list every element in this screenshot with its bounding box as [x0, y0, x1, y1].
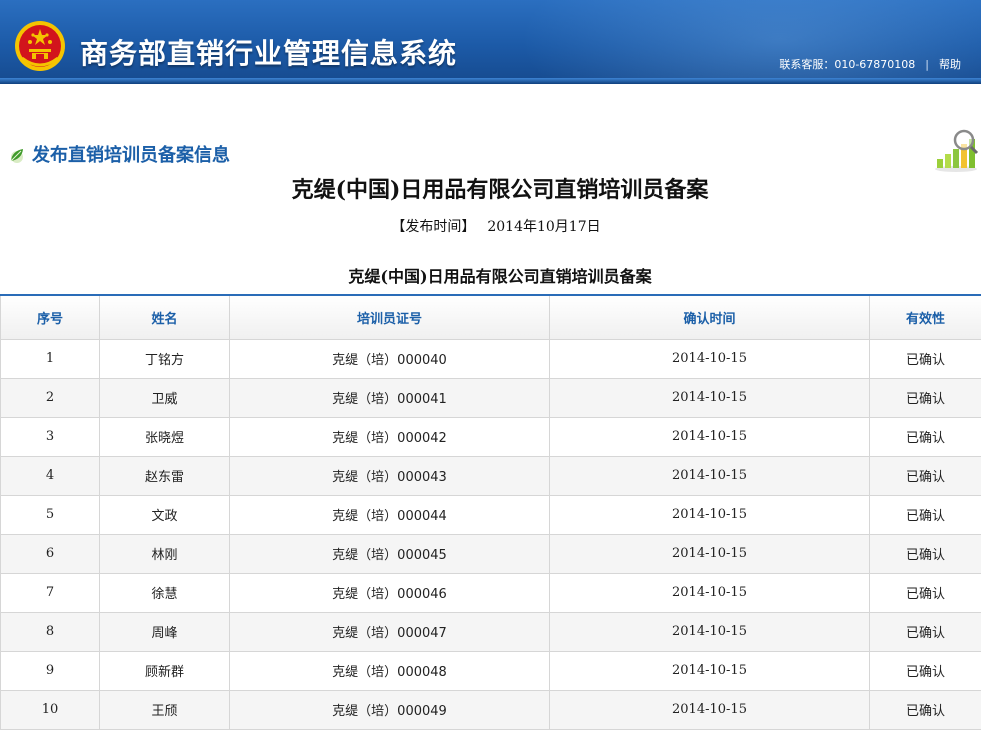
cell-certificate: 克缇（培）000041: [230, 378, 550, 417]
article-title: 克缇(中国)日用品有限公司直销培训员备案: [0, 172, 981, 204]
cell-index: 2: [1, 378, 100, 417]
table-row: 7 徐慧 克缇（培）000046 2014-10-15 已确认: [1, 573, 981, 612]
cell-name: 周峰: [100, 612, 230, 651]
chart-magnifier-icon: [933, 127, 979, 173]
column-header-validity: 有效性: [870, 295, 981, 339]
publish-date: 2014年10月17日: [487, 219, 600, 235]
cell-certificate: 克缇（培）000047: [230, 612, 550, 651]
cell-index: 7: [1, 573, 100, 612]
help-link[interactable]: 帮助: [939, 58, 961, 71]
cell-name: 顾新群: [100, 651, 230, 690]
cell-validity: 已确认: [870, 573, 981, 612]
cell-validity: 已确认: [870, 651, 981, 690]
cell-confirm-date: 2014-10-15: [550, 690, 870, 729]
cell-confirm-date: 2014-10-15: [550, 339, 870, 378]
link-separator: |: [925, 58, 929, 71]
table-row: 9 顾新群 克缇（培）000048 2014-10-15 已确认: [1, 651, 981, 690]
cell-index: 6: [1, 534, 100, 573]
cell-confirm-date: 2014-10-15: [550, 651, 870, 690]
cell-certificate: 克缇（培）000044: [230, 495, 550, 534]
cell-index: 9: [1, 651, 100, 690]
site-header: 商务部直销行业管理信息系统 联系客服：010-67870108 | 帮助: [0, 0, 981, 84]
table-row: 5 文政 克缇（培）000044 2014-10-15 已确认: [1, 495, 981, 534]
cell-validity: 已确认: [870, 495, 981, 534]
header-links: 联系客服：010-67870108 | 帮助: [779, 56, 961, 72]
table-row: 6 林刚 克缇（培）000045 2014-10-15 已确认: [1, 534, 981, 573]
cell-certificate: 克缇（培）000049: [230, 690, 550, 729]
cell-validity: 已确认: [870, 612, 981, 651]
cell-validity: 已确认: [870, 339, 981, 378]
cell-validity: 已确认: [870, 690, 981, 729]
cell-certificate: 克缇（培）000048: [230, 651, 550, 690]
cell-index: 10: [1, 690, 100, 729]
cell-name: 丁铭方: [100, 339, 230, 378]
table-caption: 克缇(中国)日用品有限公司直销培训员备案: [0, 263, 981, 287]
cell-validity: 已确认: [870, 534, 981, 573]
cell-certificate: 克缇（培）000046: [230, 573, 550, 612]
table-row: 4 赵东雷 克缇（培）000043 2014-10-15 已确认: [1, 456, 981, 495]
table-row: 1 丁铭方 克缇（培）000040 2014-10-15 已确认: [1, 339, 981, 378]
cell-name: 王颀: [100, 690, 230, 729]
cell-certificate: 克缇（培）000045: [230, 534, 550, 573]
cell-confirm-date: 2014-10-15: [550, 534, 870, 573]
cell-confirm-date: 2014-10-15: [550, 417, 870, 456]
cell-confirm-date: 2014-10-15: [550, 378, 870, 417]
section-title: 发布直销培训员备案信息: [8, 141, 230, 167]
cell-certificate: 克缇（培）000043: [230, 456, 550, 495]
leaf-icon: [8, 146, 26, 164]
publish-info: 【发布时间】 2014年10月17日: [0, 216, 981, 236]
national-emblem-icon: [14, 20, 66, 72]
cell-validity: 已确认: [870, 378, 981, 417]
cell-confirm-date: 2014-10-15: [550, 573, 870, 612]
column-header-index: 序号: [1, 295, 100, 339]
site-title: 商务部直销行业管理信息系统: [80, 32, 457, 72]
cell-name: 徐慧: [100, 573, 230, 612]
table-header-row: 序号 姓名 培训员证号 确认时间 有效性: [1, 295, 981, 339]
table-row: 3 张晓煜 克缇（培）000042 2014-10-15 已确认: [1, 417, 981, 456]
cell-name: 张晓煜: [100, 417, 230, 456]
column-header-confirm-date: 确认时间: [550, 295, 870, 339]
table-row: 8 周峰 克缇（培）000047 2014-10-15 已确认: [1, 612, 981, 651]
column-header-certificate: 培训员证号: [230, 295, 550, 339]
table-row: 2 卫威 克缇（培）000041 2014-10-15 已确认: [1, 378, 981, 417]
section-title-text: 发布直销培训员备案信息: [32, 145, 230, 166]
cell-confirm-date: 2014-10-15: [550, 495, 870, 534]
cell-certificate: 克缇（培）000042: [230, 417, 550, 456]
cell-index: 8: [1, 612, 100, 651]
cell-certificate: 克缇（培）000040: [230, 339, 550, 378]
cell-validity: 已确认: [870, 417, 981, 456]
customer-service-hotline: 联系客服：010-67870108: [779, 58, 915, 71]
cell-name: 卫威: [100, 378, 230, 417]
cell-name: 林刚: [100, 534, 230, 573]
cell-index: 4: [1, 456, 100, 495]
column-header-name: 姓名: [100, 295, 230, 339]
cell-name: 赵东雷: [100, 456, 230, 495]
trainer-table: 序号 姓名 培训员证号 确认时间 有效性 1 丁铭方 克缇（培）000040 2…: [0, 294, 981, 730]
cell-index: 3: [1, 417, 100, 456]
cell-confirm-date: 2014-10-15: [550, 456, 870, 495]
publish-label: 【发布时间】: [391, 219, 475, 235]
cell-confirm-date: 2014-10-15: [550, 612, 870, 651]
cell-index: 5: [1, 495, 100, 534]
cell-index: 1: [1, 339, 100, 378]
table-row: 10 王颀 克缇（培）000049 2014-10-15 已确认: [1, 690, 981, 729]
cell-name: 文政: [100, 495, 230, 534]
cell-validity: 已确认: [870, 456, 981, 495]
